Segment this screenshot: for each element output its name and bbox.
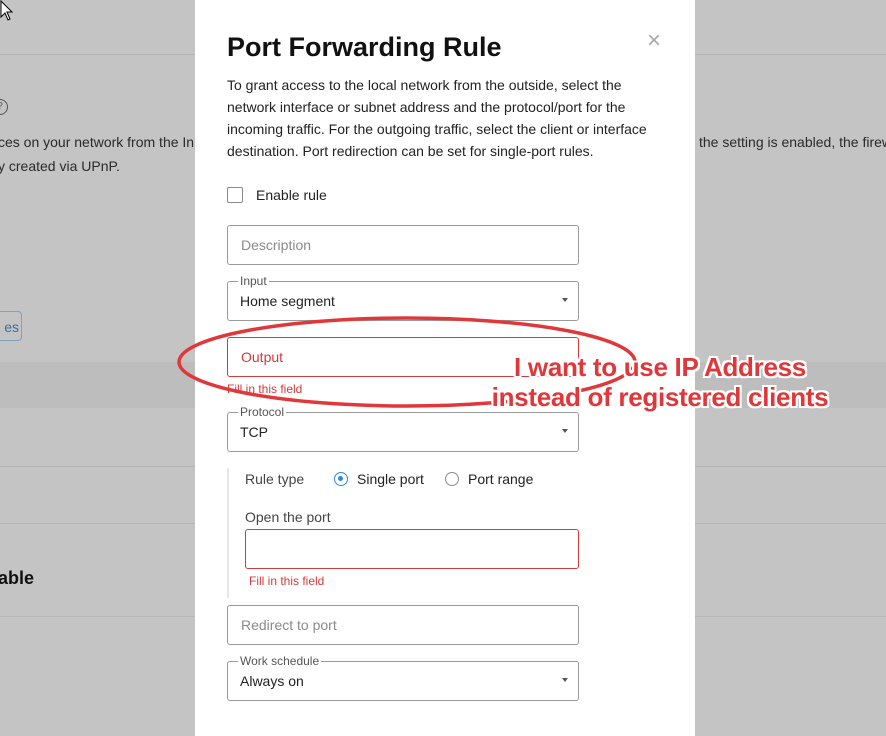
work-schedule-value: Always on [240,673,304,689]
background-text: y created via UPnP. [0,158,120,174]
open-port-input[interactable] [245,529,579,569]
dialog-title: Port Forwarding Rule [227,32,502,62]
protocol-value: TCP [240,424,268,440]
enable-rule-row[interactable]: Enable rule [227,187,327,203]
work-schedule-select[interactable]: Work schedule Always on [227,654,579,701]
annotation-line-2: instead of registered clients [491,382,829,412]
chevron-down-icon [562,298,568,302]
open-port-label: Open the port [245,509,331,525]
description-input[interactable]: Description [227,225,579,265]
rule-options-divider [227,468,229,598]
background-text: the setting is enabled, the firew [699,134,886,150]
background-button: es [0,311,22,341]
radio-port-range-label: Port range [468,471,534,487]
chevron-down-icon [562,678,568,682]
close-icon[interactable]: × [645,29,663,53]
background-heading: able [0,568,35,588]
redirect-port-placeholder: Redirect to port [241,617,337,633]
background-text: ces on your network from the In [0,134,195,150]
radio-single-port-control[interactable] [334,472,348,486]
input-value: Home segment [240,293,335,309]
dialog-description: To grant access to the local network fro… [227,77,647,159]
work-schedule-legend: Work schedule [238,654,322,668]
annotation-text: I want to use IP Address instead of regi… [460,352,860,412]
chevron-down-icon [562,429,568,433]
radio-port-range-control[interactable] [445,472,459,486]
help-icon: ? [0,99,8,115]
radio-single-port[interactable]: Single port [334,471,424,487]
protocol-select[interactable]: Protocol TCP [227,405,579,452]
annotation-line-1: I want to use IP Address [514,352,806,382]
radio-port-range[interactable]: Port range [445,471,533,487]
enable-rule-checkbox[interactable] [227,187,243,203]
open-port-error-message: Fill in this field [249,574,325,588]
rule-type-label: Rule type [245,471,305,487]
input-legend: Input [238,274,269,288]
radio-single-port-label: Single port [357,471,424,487]
mouse-cursor-icon [0,0,14,21]
description-placeholder: Description [241,237,312,253]
enable-rule-label: Enable rule [256,187,327,203]
redirect-port-input[interactable]: Redirect to port [227,605,579,645]
